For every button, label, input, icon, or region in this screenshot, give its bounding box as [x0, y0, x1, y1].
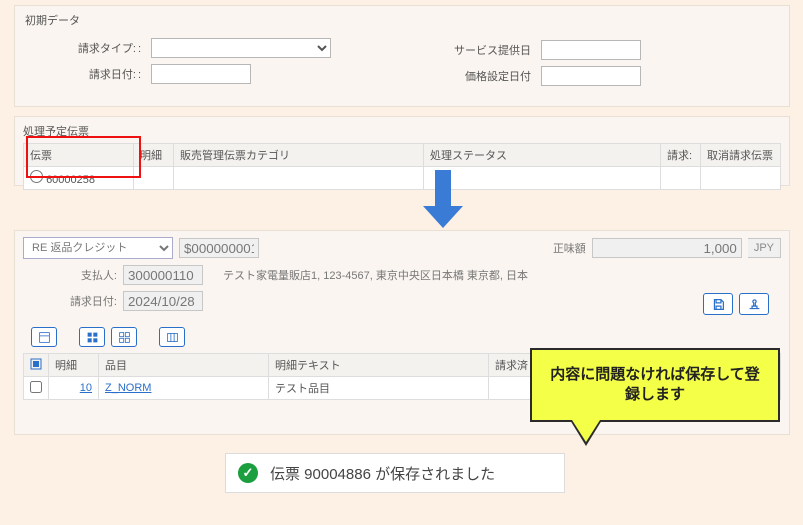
payer-number-field — [123, 265, 203, 285]
billing-type-label: 請求タイプ: — [35, 40, 145, 56]
select-all-icon — [30, 358, 42, 370]
col-cancel: 取消請求伝票 — [701, 144, 781, 167]
billing-type-combo[interactable]: RE 返品クレジット — [23, 237, 173, 259]
layout-button[interactable] — [159, 327, 185, 347]
col-bill: 請求: — [661, 144, 701, 167]
doc-number: 60000258 — [46, 174, 95, 186]
billing-date-label: 請求日付: — [35, 66, 145, 82]
post-button[interactable] — [739, 293, 769, 315]
row-select-radio[interactable] — [30, 170, 43, 183]
grid-icon — [86, 331, 99, 344]
service-date-input[interactable] — [541, 40, 641, 60]
pricing-date-input[interactable] — [541, 66, 641, 86]
payer-label: 支払人: — [23, 267, 117, 283]
doc-number-field — [179, 238, 259, 258]
item-text: テスト品目 — [269, 377, 489, 400]
col-item: 明細 — [49, 354, 99, 377]
col-doc: 伝票 — [24, 144, 134, 167]
currency: JPY — [748, 238, 781, 258]
layout-icon — [166, 331, 179, 344]
net-amount-label: 正味額 — [553, 240, 586, 256]
success-icon: ✓ — [238, 463, 258, 483]
arrow-annotation — [423, 170, 463, 230]
initial-data-legend: 初期データ — [25, 12, 779, 28]
pricing-date-label: 価格設定日付 — [435, 68, 535, 84]
net-amount-field — [592, 238, 742, 258]
service-date-label: サービス提供日 — [435, 42, 535, 58]
detail-icon — [38, 331, 51, 344]
stamp-icon — [748, 298, 761, 311]
col-category: 販売管理伝票カテゴリ — [174, 144, 424, 167]
col-item: 明細 — [134, 144, 174, 167]
status-message: ✓ 伝票 90004886 が保存されました — [225, 453, 565, 493]
initial-data-panel: 初期データ 請求タイプ: 請求日付: サービス提供日 価格設定日付 — [14, 5, 790, 107]
status-text: 伝票 90004886 が保存されました — [270, 463, 495, 484]
table-row[interactable]: 60000258 — [24, 167, 781, 190]
grid-view-1-button[interactable] — [79, 327, 105, 347]
save-button[interactable] — [703, 293, 733, 315]
grid-view-2-button[interactable] — [111, 327, 137, 347]
billing-date-label-2: 請求日付: — [23, 293, 117, 309]
row-checkbox[interactable] — [30, 381, 42, 393]
save-icon — [712, 298, 725, 311]
grid2-icon — [118, 331, 131, 344]
pending-legend: 処理予定伝票 — [23, 123, 781, 139]
item-number-link[interactable]: 10 — [80, 382, 92, 394]
col-material: 品目 — [99, 354, 269, 377]
payer-address: テスト家電量販店1, 123-4567, 東京中央区日本橋 東京都, 日本 — [223, 267, 528, 283]
detail-view-button[interactable] — [31, 327, 57, 347]
billing-date-field — [123, 291, 203, 311]
col-status: 処理ステータス — [424, 144, 661, 167]
billing-type-select[interactable] — [151, 38, 331, 58]
pending-table: 伝票 明細 販売管理伝票カテゴリ 処理ステータス 請求: 取消請求伝票 6000… — [23, 143, 781, 190]
billing-date-input[interactable] — [151, 64, 251, 84]
pending-docs-panel: 処理予定伝票 伝票 明細 販売管理伝票カテゴリ 処理ステータス 請求: 取消請求… — [14, 116, 790, 186]
instruction-callout: 内容に問題なければ保存して登録します — [530, 348, 780, 422]
col-select-all[interactable] — [24, 354, 49, 377]
material-link[interactable]: Z_NORM — [105, 382, 151, 394]
col-text: 明細テキスト — [269, 354, 489, 377]
